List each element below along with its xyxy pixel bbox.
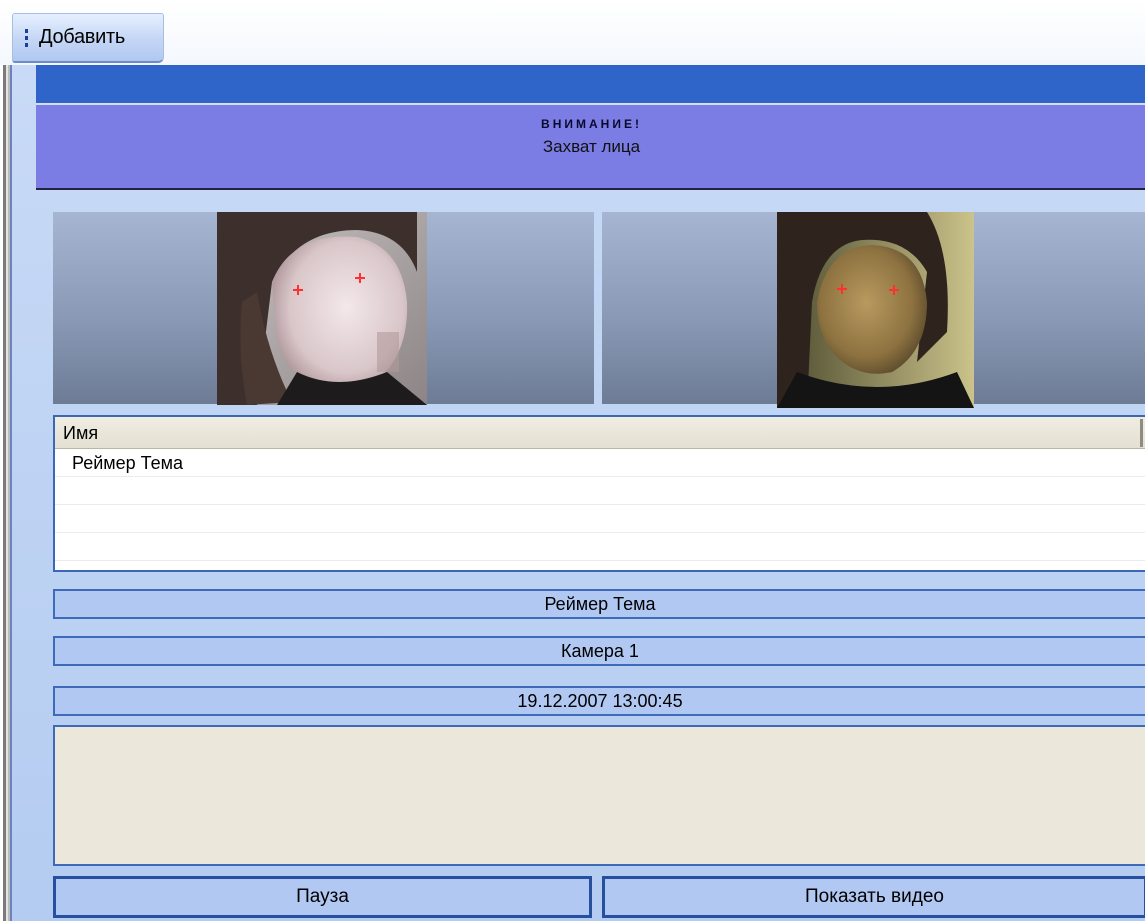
table-row[interactable]: Реймер Тема bbox=[55, 449, 1145, 477]
panel-title-strip bbox=[36, 65, 1145, 103]
alert-subheading: Захват лица bbox=[542, 137, 641, 156]
alert-banner: ВНИМАНИЕ! Захват лица bbox=[36, 103, 1145, 190]
face-photo-image bbox=[217, 212, 427, 405]
database-face-pane bbox=[602, 212, 1145, 408]
alert-heading: ВНИМАНИЕ! bbox=[541, 117, 642, 131]
add-button[interactable]: Добавить bbox=[12, 13, 164, 63]
captured-face-pane bbox=[53, 212, 594, 405]
face-photo-image bbox=[777, 212, 974, 408]
toolbar: Добавить bbox=[0, 0, 1145, 65]
notes-area[interactable] bbox=[53, 725, 1145, 866]
window-left-edge bbox=[0, 65, 10, 921]
captured-face-photo bbox=[217, 212, 427, 405]
table-row[interactable] bbox=[55, 533, 1145, 561]
grip-icon bbox=[21, 28, 31, 47]
add-button-label: Добавить bbox=[39, 26, 125, 48]
database-face-photo bbox=[777, 212, 974, 408]
person-name-field: Реймер Тема bbox=[53, 589, 1145, 619]
table-row[interactable] bbox=[55, 477, 1145, 505]
show-video-button[interactable]: Показать видео bbox=[602, 876, 1145, 918]
pause-button[interactable]: Пауза bbox=[53, 876, 592, 918]
face-capture-panel: ВНИМАНИЕ! Захват лица Имя Реймер Тема Ре… bbox=[10, 65, 1145, 921]
camera-field: Камера 1 bbox=[53, 636, 1145, 666]
datetime-field: 19.12.2007 13:00:45 bbox=[53, 686, 1145, 716]
names-table[interactable]: Имя Реймер Тема bbox=[53, 415, 1145, 572]
name-column-header[interactable]: Имя bbox=[55, 417, 1145, 449]
table-row[interactable] bbox=[55, 505, 1145, 533]
